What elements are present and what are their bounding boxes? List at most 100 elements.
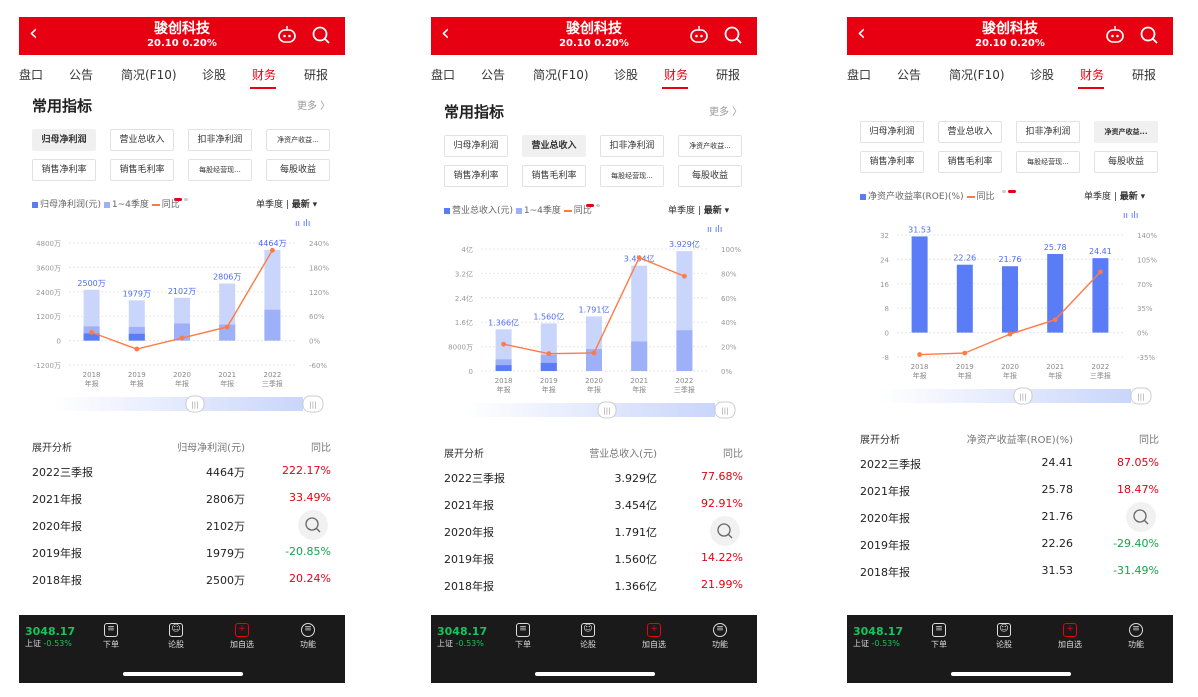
more-link[interactable]: 更多 〉: [709, 103, 742, 118]
tab-item[interactable]: 盘口: [847, 66, 871, 83]
metric-chip[interactable]: 营业总收入: [110, 129, 174, 151]
period-single-quarter[interactable]: 单季度: [1084, 192, 1111, 202]
tab-item[interactable]: 公告: [69, 66, 93, 83]
range-slider[interactable]: ||| |||: [881, 387, 1157, 405]
expand-analysis[interactable]: 展开分析: [860, 431, 900, 446]
metric-chip[interactable]: 销售净利率: [444, 165, 508, 187]
tab-item[interactable]: 盘口: [431, 66, 455, 83]
metric-chip[interactable]: 每股收益: [1094, 151, 1158, 173]
magnifier-icon[interactable]: [710, 516, 740, 546]
toolbar-button[interactable]: ≡ 下单: [91, 623, 131, 650]
period-single-quarter[interactable]: 单季度: [256, 200, 283, 210]
metric-chip[interactable]: 扣非净利润: [1016, 121, 1080, 143]
metric-chip[interactable]: 销售毛利率: [522, 165, 586, 187]
toolbar-button[interactable]: ☺ 论股: [984, 623, 1024, 650]
expand-analysis[interactable]: 展开分析: [32, 439, 72, 454]
tab-item[interactable]: 简况(F10): [121, 66, 177, 83]
robot-icon[interactable]: [277, 26, 297, 44]
metric-chip[interactable]: 销售毛利率: [110, 159, 174, 181]
robot-icon[interactable]: [1105, 26, 1125, 44]
toolbar-button[interactable]: ≡ 功能: [1116, 623, 1156, 650]
tab-item[interactable]: 研报: [304, 66, 328, 83]
x-tick-label: 2022: [675, 377, 693, 385]
metric-chip[interactable]: 销售净利率: [32, 159, 96, 181]
tab-item[interactable]: 公告: [481, 66, 505, 83]
metric-chip[interactable]: 归母净利润: [860, 121, 924, 143]
table-row: 2019年报 1.560亿 14.22%: [431, 546, 757, 572]
tab-item[interactable]: 简况(F10): [533, 66, 589, 83]
toolbar-button[interactable]: ≡ 功能: [288, 623, 328, 650]
tab-item[interactable]: 公告: [897, 66, 921, 83]
index-value: 3048.17: [853, 625, 904, 638]
more-link[interactable]: 更多 〉: [297, 97, 330, 112]
range-slider[interactable]: ||| |||: [53, 395, 329, 413]
index-ticker[interactable]: 3048.17 上证 -0.53%: [25, 625, 75, 649]
metric-chip[interactable]: 营业总收入: [522, 135, 586, 157]
svg-text:|||: |||: [603, 407, 610, 415]
metric-chip[interactable]: 销售毛利率: [938, 151, 1002, 173]
tab-item[interactable]: 诊股: [614, 66, 638, 83]
metric-chip[interactable]: 每股收益: [678, 165, 742, 187]
search-icon[interactable]: [723, 25, 743, 45]
toolbar-button[interactable]: ≡ 功能: [700, 623, 740, 650]
discuss-icon: ☺: [581, 623, 595, 637]
magnifier-icon[interactable]: [298, 510, 328, 540]
tab-item[interactable]: 财务: [252, 66, 276, 83]
toolbar-button[interactable]: ≡ 下单: [503, 623, 543, 650]
period-latest[interactable]: 最新: [704, 206, 722, 216]
chart-type-icons[interactable]: ıı ılı: [707, 225, 722, 235]
toolbar-button[interactable]: + 加自选: [1050, 623, 1090, 650]
tab-item[interactable]: 研报: [1132, 66, 1156, 83]
table-header: 展开分析 净资产收益率(ROE)(%) 同比: [847, 427, 1173, 451]
legend-line-label: 同比: [976, 192, 995, 202]
search-icon[interactable]: [1139, 25, 1159, 45]
y-tick-label: 24: [880, 256, 889, 264]
chart-type-icons[interactable]: ıı ılı: [295, 219, 310, 229]
period-selector[interactable]: 单季度 | 最新 ▾: [256, 197, 317, 210]
metric-chip[interactable]: 每股经营现...: [188, 159, 252, 181]
index-ticker[interactable]: 3048.17 上证 -0.53%: [437, 625, 487, 649]
tab-item[interactable]: 诊股: [1030, 66, 1054, 83]
tab-item[interactable]: 财务: [1080, 66, 1104, 83]
metric-chip[interactable]: 净资产收益...: [678, 135, 742, 157]
toolbar-button[interactable]: + 加自选: [222, 623, 262, 650]
metric-chip[interactable]: 净资产收益...: [1094, 121, 1158, 143]
toolbar-button[interactable]: ☺ 论股: [156, 623, 196, 650]
metric-chip[interactable]: 每股收益: [266, 159, 330, 181]
robot-icon[interactable]: [689, 26, 709, 44]
tab-item[interactable]: 盘口: [19, 66, 43, 83]
period-selector[interactable]: 单季度 | 最新 ▾: [1084, 189, 1145, 202]
period-single-quarter[interactable]: 单季度: [668, 206, 695, 216]
tab-item[interactable]: 诊股: [202, 66, 226, 83]
menu-icon: ≡: [301, 623, 315, 637]
tab-item[interactable]: 研报: [716, 66, 740, 83]
expand-analysis[interactable]: 展开分析: [444, 445, 484, 460]
index-ticker[interactable]: 3048.17 上证 -0.53%: [853, 625, 903, 649]
app-header: ‹ 骏创科技 20.10 0.20%: [431, 17, 757, 55]
tab-item[interactable]: 财务: [664, 66, 688, 83]
toolbar-button[interactable]: ≡ 下单: [919, 623, 959, 650]
toolbar-button-label: 下单: [515, 640, 531, 649]
metric-chip[interactable]: 归母净利润: [32, 129, 96, 151]
period-latest[interactable]: 最新: [292, 200, 310, 210]
metric-chip[interactable]: 销售净利率: [860, 151, 924, 173]
toolbar-button-label: 论股: [168, 640, 184, 649]
chart-type-icons[interactable]: ıı ılı: [1123, 211, 1138, 221]
metric-chip[interactable]: 营业总收入: [938, 121, 1002, 143]
metric-chip[interactable]: 归母净利润: [444, 135, 508, 157]
toolbar-button[interactable]: + 加自选: [634, 623, 674, 650]
magnifier-icon[interactable]: [1126, 502, 1156, 532]
yoy-point: [546, 351, 552, 357]
x-tick-label: 年报: [85, 379, 99, 388]
toolbar-button[interactable]: ☺ 论股: [568, 623, 608, 650]
metric-chip[interactable]: 每股经营现...: [600, 165, 664, 187]
tab-item[interactable]: 简况(F10): [949, 66, 1005, 83]
period-latest[interactable]: 最新: [1120, 192, 1138, 202]
search-icon[interactable]: [311, 25, 331, 45]
metric-chip[interactable]: 每股经营现...: [1016, 151, 1080, 173]
metric-chip[interactable]: 扣非净利润: [600, 135, 664, 157]
metric-chip[interactable]: 扣非净利润: [188, 129, 252, 151]
metric-chip[interactable]: 净资产收益...: [266, 129, 330, 151]
period-selector[interactable]: 单季度 | 最新 ▾: [668, 203, 729, 216]
range-slider[interactable]: ||| |||: [465, 401, 741, 419]
